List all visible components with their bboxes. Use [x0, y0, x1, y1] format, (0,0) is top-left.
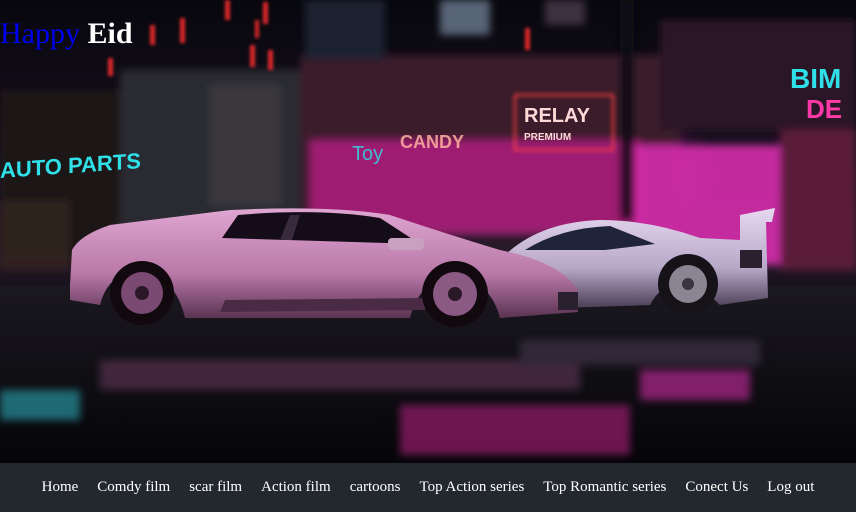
- sign-candy: CANDY: [400, 132, 464, 152]
- nav-top-romantic-series[interactable]: Top Romantic series: [543, 479, 666, 496]
- nav-home[interactable]: Home: [42, 479, 79, 496]
- nav-comedy-film[interactable]: Comdy film: [97, 479, 170, 496]
- bottom-navbar: Home Comdy film scar film Action film ca…: [0, 463, 856, 512]
- sign-relay-sub: PREMIUM: [524, 132, 571, 143]
- nav-cartoons[interactable]: cartoons: [350, 479, 401, 496]
- nav-scar-film[interactable]: scar film: [189, 479, 242, 496]
- page-title: Happy Eid: [0, 16, 133, 52]
- sign-bim-sub: DE: [806, 94, 842, 124]
- neon-street-scene: AUTO PARTS RELAY PREMIUM Toy CANDY BIM D…: [0, 0, 856, 463]
- nav-action-film[interactable]: Action film: [261, 479, 331, 496]
- sign-relay: RELAY: [524, 105, 591, 127]
- nav-log-out[interactable]: Log out: [767, 479, 814, 496]
- nav-contact-us[interactable]: Conect Us: [685, 479, 748, 496]
- hero-image: AUTO PARTS RELAY PREMIUM Toy CANDY BIM D…: [0, 0, 856, 463]
- nav-top-action-series[interactable]: Top Action series: [420, 479, 525, 496]
- sign-toy: Toy: [352, 143, 383, 165]
- page: AUTO PARTS RELAY PREMIUM Toy CANDY BIM D…: [0, 0, 856, 512]
- title-word-eid: Eid: [87, 17, 133, 50]
- title-word-happy: Happy: [0, 17, 80, 50]
- sign-bim: BIM: [790, 63, 841, 94]
